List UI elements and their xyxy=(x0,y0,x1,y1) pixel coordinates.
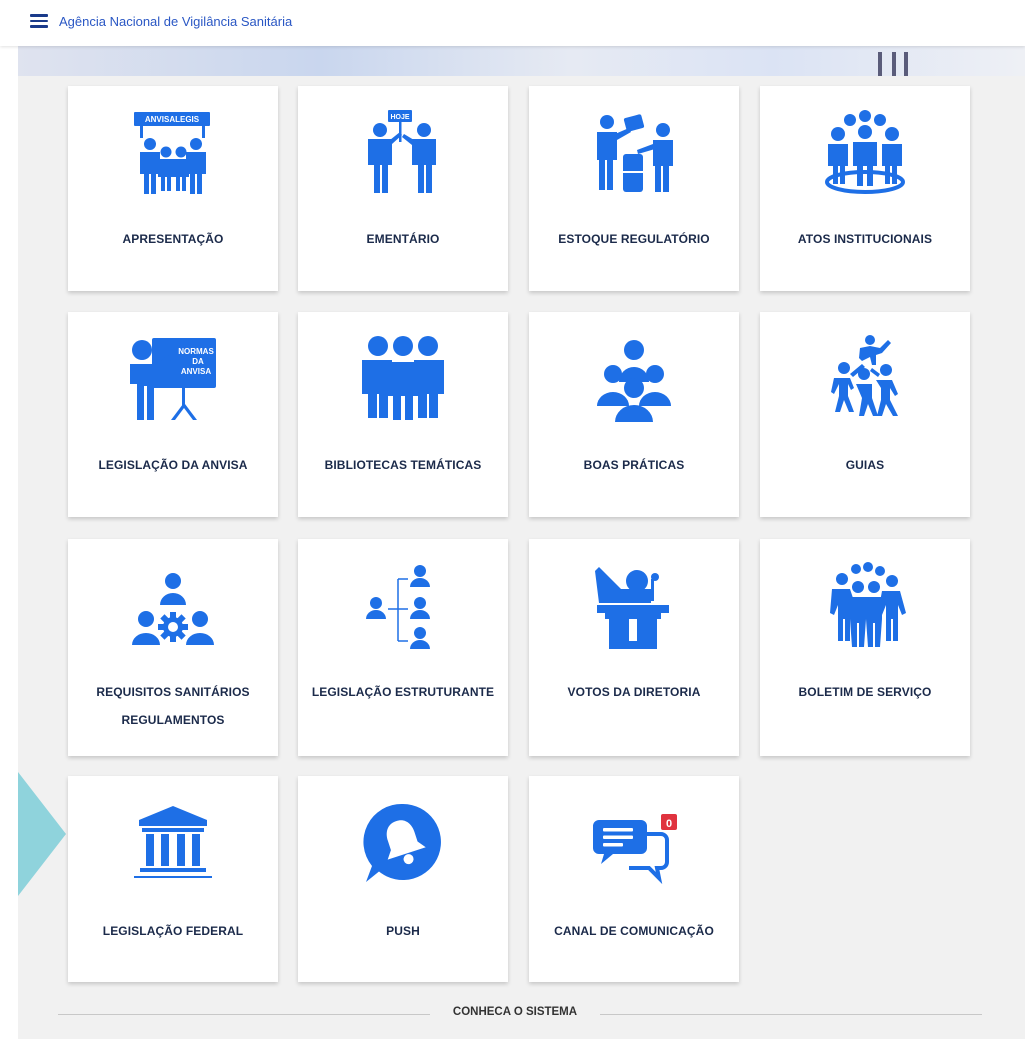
hoje-sign-text: HOJE xyxy=(390,114,409,121)
top-bar: Agência Nacional de Vigilância Sanitária xyxy=(0,0,1025,46)
card-label: LEGISLAÇÃO DA ANVISA xyxy=(98,458,248,472)
card-label: LEGISLAÇÃO ESTRUTURANTE xyxy=(311,685,495,699)
board-text-line2: DA xyxy=(192,357,204,366)
card-label-line1: REQUISITOS SANITÁRIOS xyxy=(96,685,250,699)
speaker-podium-icon xyxy=(589,561,679,651)
board-text-line3: ANVISA xyxy=(181,367,211,376)
card-push[interactable]: PUSH xyxy=(298,776,508,982)
chat-bubbles-icon: 0 xyxy=(589,798,679,888)
card-label: BOLETIM DE SERVIÇO xyxy=(798,685,932,699)
hamburger-menu-icon[interactable] xyxy=(30,14,48,28)
app-title: Agência Nacional de Vigilância Sanitária xyxy=(59,14,293,29)
card-label: EMENTÁRIO xyxy=(366,232,440,246)
crowd-icon xyxy=(820,561,910,651)
card-label: VOTOS DA DIRETORIA xyxy=(567,685,701,699)
org-chart-icon xyxy=(358,561,448,651)
card-boletim-de-servico[interactable]: BOLETIM DE SERVIÇO xyxy=(760,539,970,756)
card-label-line2: REGULAMENTOS xyxy=(121,713,225,727)
card-label: BIBLIOTECAS TEMÁTICAS xyxy=(324,458,482,472)
card-guias[interactable]: GUIAS xyxy=(760,312,970,517)
card-label: ATOS INSTITUCIONAIS xyxy=(797,232,933,246)
card-label: GUIAS xyxy=(845,458,885,472)
card-legislacao-estruturante[interactable]: LEGISLAÇÃO ESTRUTURANTE xyxy=(298,539,508,756)
card-bibliotecas-tematicas[interactable]: BIBLIOTECAS TEMÁTICAS xyxy=(298,312,508,517)
bell-bubble-icon xyxy=(358,798,448,888)
banner-image xyxy=(18,46,1025,76)
card-label: PUSH xyxy=(386,924,420,938)
card-label: ESTOQUE REGULATÓRIO xyxy=(558,232,710,246)
human-pyramid-icon xyxy=(820,334,910,424)
decorative-arrow xyxy=(18,772,66,896)
people-group-icon xyxy=(589,334,679,424)
board-text-line1: NORMAS xyxy=(178,347,214,356)
card-ementario[interactable]: HOJE EMENTÁRIO xyxy=(298,86,508,291)
card-label: LEGISLAÇÃO FEDERAL xyxy=(102,924,244,938)
group-circle-icon xyxy=(820,108,910,198)
notification-badge: 0 xyxy=(666,818,672,830)
card-atos-institucionais[interactable]: ATOS INSTITUCIONAIS xyxy=(760,86,970,291)
card-requisitos-sanitarios[interactable]: REQUISITOS SANITÁRIOS REGULAMENTOS xyxy=(68,539,278,756)
card-boas-praticas[interactable]: BOAS PRÁTICAS xyxy=(529,312,739,517)
three-people-icon xyxy=(358,334,448,424)
card-votos-da-diretoria[interactable]: VOTOS DA DIRETORIA xyxy=(529,539,739,756)
card-label: APRESENTAÇÃO xyxy=(122,232,224,246)
government-building-icon xyxy=(128,798,218,888)
presenters-icon: HOJE xyxy=(358,108,448,198)
footer-divider-right xyxy=(600,1014,982,1015)
card-legislacao-da-anvisa[interactable]: NORMAS DA ANVISA LEGISLAÇÃO DA ANVISA xyxy=(68,312,278,517)
document-handover-icon xyxy=(589,108,679,198)
card-estoque-regulatorio[interactable]: ESTOQUE REGULATÓRIO xyxy=(529,86,739,291)
card-canal-de-comunicacao[interactable]: 0 CANAL DE COMUNICAÇÃO xyxy=(529,776,739,982)
section-title-conheca: CONHECA O SISTEMA xyxy=(430,1006,600,1018)
card-legislacao-federal[interactable]: LEGISLAÇÃO FEDERAL xyxy=(68,776,278,982)
card-label: BOAS PRÁTICAS xyxy=(583,458,685,472)
presentation-board-icon: NORMAS DA ANVISA xyxy=(128,334,218,424)
protest-sign-text: ANVISALEGIS xyxy=(145,115,200,124)
card-label: CANAL DE COMUNICAÇÃO xyxy=(554,924,714,938)
protest-people-icon: ANVISALEGIS xyxy=(128,108,218,198)
footer-divider-left xyxy=(58,1014,430,1015)
card-apresentacao[interactable]: ANVISALEGIS APRESENTAÇÃO xyxy=(68,86,278,291)
people-gear-icon xyxy=(128,561,218,651)
main-content: ANVISALEGIS APRESENTAÇÃO HOJE EMENTÁRIO xyxy=(18,46,1025,1039)
